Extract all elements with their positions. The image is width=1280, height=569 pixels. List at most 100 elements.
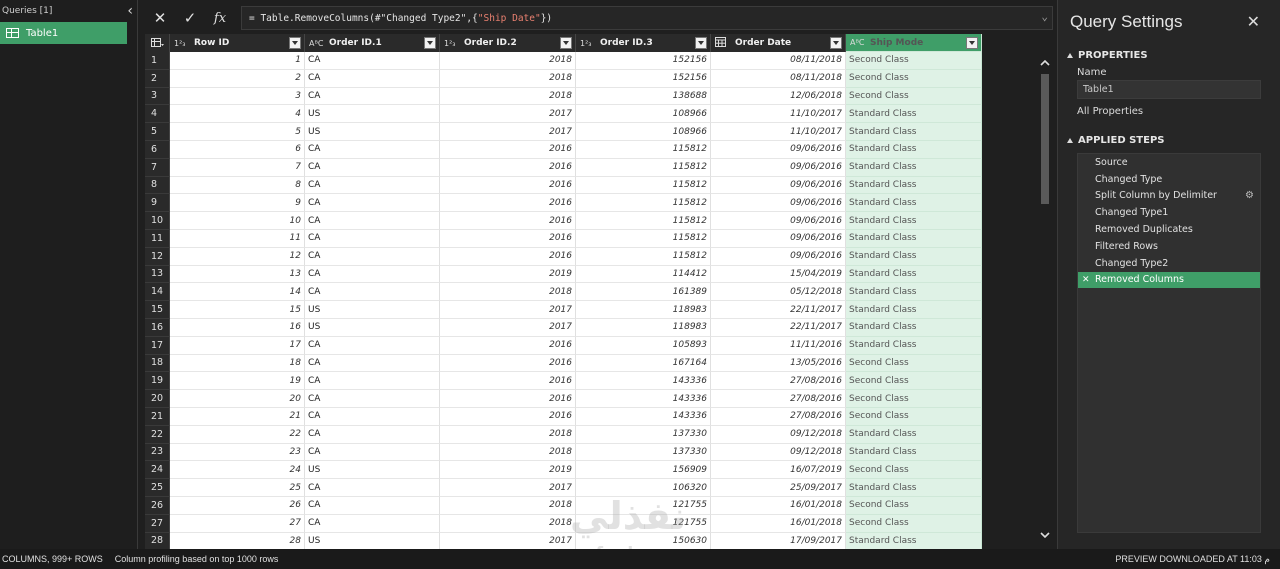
cell-order-id-3[interactable]: 143336 [576,407,711,426]
cell-order-id-1[interactable]: CA [305,229,440,248]
cell-order-id-2[interactable]: 2018 [440,87,576,106]
cell-row-id[interactable]: 11 [170,229,305,248]
filter-dropdown-icon[interactable] [830,37,842,49]
cell-row-id[interactable]: 2 [170,69,305,88]
row-number[interactable]: 3 [145,87,170,106]
cell-order-id-2[interactable]: 2018 [440,52,576,70]
row-number[interactable]: 8 [145,176,170,195]
row-number[interactable]: 6 [145,140,170,159]
cell-order-id-1[interactable]: CA [305,176,440,195]
cell-row-id[interactable]: 21 [170,407,305,426]
cell-order-id-3[interactable]: 121755 [576,514,711,533]
cell-order-date[interactable]: 16/01/2018 [711,514,846,533]
cell-order-id-2[interactable]: 2018 [440,496,576,515]
scroll-up-icon[interactable] [1037,56,1053,70]
cell-ship-mode[interactable]: Standard Class [846,283,982,302]
cell-order-date[interactable]: 27/08/2016 [711,407,846,426]
cell-row-id[interactable]: 3 [170,87,305,106]
cell-order-id-3[interactable]: 143336 [576,372,711,391]
row-number[interactable]: 19 [145,372,170,391]
row-number[interactable]: 11 [145,229,170,248]
cell-order-id-3[interactable]: 115812 [576,158,711,177]
row-number[interactable]: 15 [145,301,170,319]
row-number[interactable]: 10 [145,212,170,230]
cell-ship-mode[interactable]: Standard Class [846,176,982,195]
cell-ship-mode[interactable]: Standard Class [846,301,982,319]
row-number[interactable]: 2 [145,69,170,88]
cell-ship-mode[interactable]: Standard Class [846,158,982,177]
cell-order-date[interactable]: 22/11/2017 [711,318,846,337]
filter-dropdown-icon[interactable] [560,37,572,49]
cell-row-id[interactable]: 22 [170,425,305,444]
cell-order-id-1[interactable]: US [305,461,440,480]
cell-order-date[interactable]: 27/08/2016 [711,390,846,408]
text-type-icon[interactable]: AᴮC [850,38,865,47]
cell-row-id[interactable]: 7 [170,158,305,177]
cell-order-date[interactable]: 09/06/2016 [711,158,846,177]
cell-order-id-1[interactable]: US [305,532,440,549]
cell-order-id-3[interactable]: 115812 [576,247,711,266]
step-changed-type2[interactable]: Changed Type2 [1078,255,1260,272]
cell-order-id-2[interactable]: 2016 [440,229,576,248]
applied-steps-section-header[interactable]: APPLIED STEPS [1067,135,1165,146]
cell-row-id[interactable]: 25 [170,479,305,497]
cell-order-id-1[interactable]: CA [305,496,440,515]
cell-order-date[interactable]: 17/09/2017 [711,532,846,549]
gear-icon[interactable]: ⚙ [1245,190,1254,201]
query-item-table1[interactable]: Table1 [0,22,127,44]
cell-order-date[interactable]: 09/06/2016 [711,212,846,230]
cell-ship-mode[interactable]: Second Class [846,496,982,515]
cell-order-date[interactable]: 09/06/2016 [711,247,846,266]
cell-order-id-1[interactable]: CA [305,140,440,159]
cell-order-date[interactable]: 15/04/2019 [711,265,846,284]
cell-order-id-2[interactable]: 2018 [440,514,576,533]
cell-ship-mode[interactable]: Standard Class [846,105,982,124]
row-number[interactable]: 14 [145,283,170,302]
cell-order-id-3[interactable]: 138688 [576,87,711,106]
filter-dropdown-icon[interactable] [966,37,978,49]
cell-ship-mode[interactable]: Standard Class [846,425,982,444]
column-header-order-date[interactable]: Order Date [711,34,846,52]
row-number[interactable]: 13 [145,265,170,284]
cell-order-date[interactable]: 22/11/2017 [711,301,846,319]
cell-order-date[interactable]: 09/12/2018 [711,443,846,462]
row-number[interactable]: 26 [145,496,170,515]
cell-ship-mode[interactable]: Second Class [846,69,982,88]
column-profiling-status[interactable]: Column profiling based on top 1000 rows [115,554,279,564]
cell-order-date[interactable]: 11/11/2016 [711,336,846,355]
cell-row-id[interactable]: 26 [170,496,305,515]
step-source[interactable]: Source [1078,154,1260,171]
row-number[interactable]: 28 [145,532,170,549]
delete-step-icon[interactable]: ✕ [1082,275,1090,285]
filter-dropdown-icon[interactable] [424,37,436,49]
cell-order-date[interactable]: 11/10/2017 [711,105,846,124]
row-number[interactable]: 7 [145,158,170,177]
cell-order-id-3[interactable]: 167164 [576,354,711,373]
cell-ship-mode[interactable]: Standard Class [846,336,982,355]
cell-row-id[interactable]: 27 [170,514,305,533]
cell-ship-mode[interactable]: Second Class [846,52,982,70]
cell-row-id[interactable]: 18 [170,354,305,373]
cell-order-id-1[interactable]: US [305,105,440,124]
cell-order-id-2[interactable]: 2016 [440,140,576,159]
cell-order-id-1[interactable]: CA [305,372,440,391]
cell-order-id-2[interactable]: 2017 [440,301,576,319]
cell-ship-mode[interactable]: Second Class [846,514,982,533]
row-number[interactable]: 4 [145,105,170,124]
column-header-order-id-2[interactable]: 1²₃ Order ID.2 [440,34,576,52]
cell-row-id[interactable]: 20 [170,390,305,408]
cell-order-id-1[interactable]: CA [305,265,440,284]
cell-ship-mode[interactable]: Standard Class [846,212,982,230]
filter-dropdown-icon[interactable] [289,37,301,49]
cell-row-id[interactable]: 12 [170,247,305,266]
column-header-ship-mode[interactable]: AᴮC Ship Mode [846,34,982,52]
cell-ship-mode[interactable]: Second Class [846,372,982,391]
cell-order-date[interactable]: 09/06/2016 [711,194,846,213]
cell-order-id-3[interactable]: 118983 [576,318,711,337]
cell-order-id-2[interactable]: 2018 [440,443,576,462]
cell-order-id-1[interactable]: US [305,123,440,141]
cell-order-date[interactable]: 13/05/2016 [711,354,846,373]
cell-order-id-1[interactable]: CA [305,479,440,497]
cell-order-id-2[interactable]: 2017 [440,532,576,549]
cell-row-id[interactable]: 28 [170,532,305,549]
